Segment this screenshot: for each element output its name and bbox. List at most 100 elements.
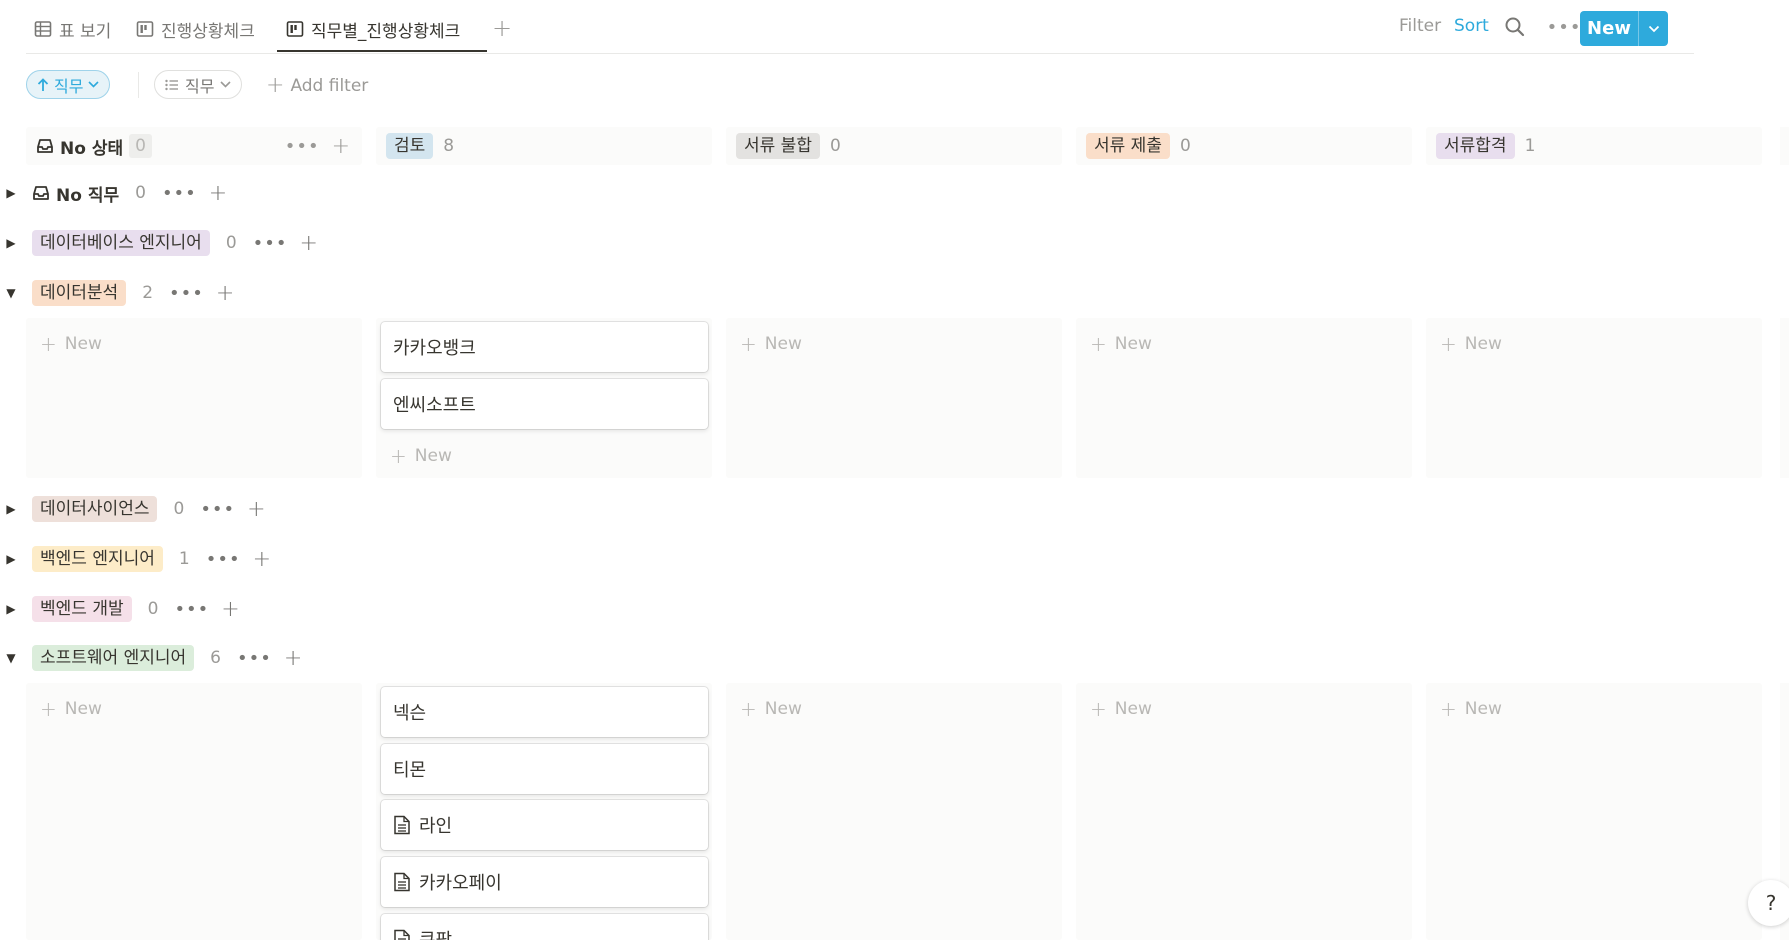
plus-icon: + (390, 444, 407, 468)
column-tag: 서류 제출 (1086, 133, 1170, 159)
collapse-toggle-icon[interactable]: ▶ (4, 236, 18, 250)
lane-doc-passed: + New (1426, 318, 1762, 478)
lane-new-button[interactable]: + New (1440, 697, 1502, 721)
column-tag: 서류 불합 (736, 133, 820, 159)
group-more-button[interactable]: ••• (253, 233, 288, 254)
arrow-up-icon (37, 77, 49, 91)
card[interactable]: 카카오페이 (381, 857, 708, 907)
column-header-doc-passed[interactable]: 서류합격 1 (1426, 127, 1762, 165)
group-more-button[interactable]: ••• (200, 499, 235, 520)
more-options-button[interactable]: ••• (1547, 14, 1581, 40)
group-label: 데이터베이스 엔지니어 (32, 230, 210, 256)
add-filter-button[interactable]: + Add filter (266, 73, 368, 98)
group-backend-engineer[interactable]: ▶ 백엔드 엔지니어 1 ••• + (0, 542, 271, 576)
card[interactable]: 티몬 (381, 744, 708, 794)
collapse-toggle-icon[interactable]: ▶ (4, 552, 18, 566)
card[interactable]: 엔씨소프트 (381, 379, 708, 429)
card-title: 티몬 (393, 760, 427, 781)
new-button[interactable]: New (1580, 11, 1638, 46)
plus-icon: + (266, 73, 285, 98)
filter-button[interactable]: Filter (1399, 16, 1441, 36)
lane-no-status: + New (26, 683, 362, 940)
plus-icon: + (1440, 697, 1457, 721)
lane-new-button[interactable]: + New (740, 697, 802, 721)
add-view-button[interactable]: + (489, 14, 515, 42)
column-header-overflow (1780, 127, 1789, 165)
group-count: 1 (178, 549, 190, 569)
group-count: 6 (210, 648, 221, 668)
group-add-button[interactable]: + (284, 646, 302, 671)
plus-icon: + (1440, 332, 1457, 356)
lane-new-button[interactable]: + New (1440, 332, 1502, 356)
group-more-button[interactable]: ••• (174, 599, 209, 620)
lane-new-button[interactable]: + New (40, 332, 102, 356)
column-header-no-status[interactable]: No 상태 0 ••• + (26, 127, 362, 165)
column-count: 0 (1179, 136, 1191, 156)
tab-table-view[interactable]: 표 보기 (34, 12, 111, 46)
column-tag: 검토 (386, 133, 434, 159)
group-by-chip[interactable]: 직무 (154, 70, 243, 99)
card-title: 카카오페이 (419, 873, 502, 894)
group-more-button[interactable]: ••• (237, 648, 272, 669)
tab-job-progress-check[interactable]: 직무별_진행상황체크 (286, 12, 460, 46)
group-more-button[interactable]: ••• (162, 183, 197, 204)
group-add-button[interactable]: + (247, 497, 265, 522)
add-filter-label: Add filter (290, 75, 369, 96)
group-data-analysis[interactable]: ▼ 데이터분석 2 ••• + (0, 276, 234, 310)
lane-new-button[interactable]: + New (740, 332, 802, 356)
column-header-doc-rejected[interactable]: 서류 불합 0 (726, 127, 1062, 165)
page-icon (394, 872, 410, 892)
lane-new-button[interactable]: + New (40, 697, 102, 721)
group-count: 0 (147, 599, 159, 619)
expand-toggle-icon[interactable]: ▼ (4, 286, 18, 300)
lane-doc-rejected: + New (726, 318, 1062, 478)
expand-toggle-icon[interactable]: ▼ (4, 651, 18, 665)
group-more-button[interactable]: ••• (206, 549, 241, 570)
column-add-button[interactable]: + (332, 134, 350, 159)
tab-progress-check[interactable]: 진행상황체크 (136, 12, 255, 46)
group-add-button[interactable]: + (209, 181, 227, 206)
column-header-doc-submitted[interactable]: 서류 제출 0 (1076, 127, 1412, 165)
page-icon (394, 815, 410, 835)
collapse-toggle-icon[interactable]: ▶ (4, 602, 18, 616)
group-software-engineer[interactable]: ▼ 소프트웨어 엔지니어 6 ••• + (0, 641, 302, 675)
group-database-engineer[interactable]: ▶ 데이터베이스 엔지니어 0 ••• + (0, 226, 318, 260)
tab-label: 진행상황체크 (161, 21, 255, 42)
filter-divider (138, 72, 139, 98)
lane-new-button[interactable]: + New (1090, 332, 1152, 356)
group-add-button[interactable]: + (216, 281, 234, 306)
group-more-button[interactable]: ••• (169, 283, 204, 304)
collapse-toggle-icon[interactable]: ▶ (4, 186, 18, 200)
column-count: 0 (129, 134, 152, 158)
group-chip-label: 직무 (185, 76, 215, 96)
card[interactable]: 넥슨 (381, 687, 708, 737)
card-title: 라인 (419, 816, 453, 837)
new-dropdown-button[interactable] (1638, 11, 1668, 46)
collapse-toggle-icon[interactable]: ▶ (4, 502, 18, 516)
plus-icon: + (740, 697, 757, 721)
lane-doc-submitted: + New (1076, 318, 1412, 478)
card-title: 넥슨 (393, 703, 427, 724)
card[interactable]: 쿠팡 (381, 914, 708, 940)
group-no-job[interactable]: ▶ No 직무 0 ••• + (0, 176, 227, 210)
table-icon (34, 20, 52, 38)
lane-new-button[interactable]: + New (1090, 697, 1152, 721)
group-add-button[interactable]: + (221, 597, 239, 622)
lane-no-status: + New (26, 318, 362, 478)
group-add-button[interactable]: + (300, 231, 318, 256)
sort-chip[interactable]: 직무 (26, 70, 111, 99)
group-data-science[interactable]: ▶ 데이터사이언스 0 ••• + (0, 492, 266, 526)
column-more-button[interactable]: ••• (285, 136, 320, 157)
help-button[interactable]: ? (1748, 880, 1789, 926)
card[interactable]: 카카오뱅크 (381, 322, 708, 372)
card[interactable]: 라인 (381, 800, 708, 850)
sort-button[interactable]: Sort (1454, 16, 1489, 36)
lane-doc-passed: + New (1426, 683, 1762, 940)
group-add-button[interactable]: + (253, 547, 271, 572)
new-button-group: New (1580, 11, 1668, 46)
group-backend-dev[interactable]: ▶ 벡엔드 개발 0 ••• + (0, 592, 240, 626)
search-icon[interactable] (1504, 16, 1528, 40)
lane-new-button[interactable]: + New (390, 444, 452, 468)
chevron-down-icon (1648, 25, 1659, 32)
column-header-review[interactable]: 검토 8 (376, 127, 712, 165)
